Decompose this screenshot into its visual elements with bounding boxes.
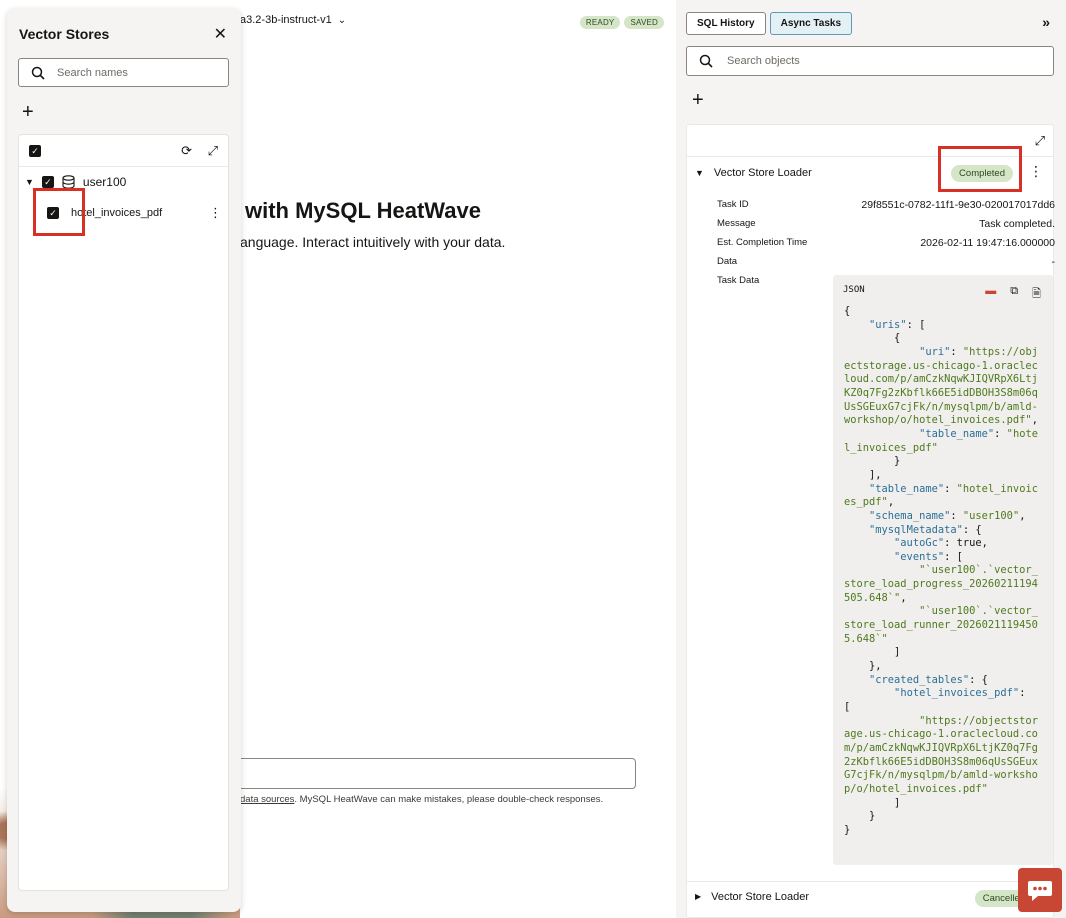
saved-badge: SAVED [624,16,664,29]
task-id-label: Task ID [717,199,749,210]
created-uri-value: https://objectstorage.us-chicago-1.oracl… [844,714,1038,795]
chevron-down-icon: ⌄ [337,14,347,26]
caret-down-icon[interactable]: ▼ [695,168,704,178]
tree-toolbar: ✓ ⟳ ⤢ [19,135,228,167]
database-icon [62,175,75,189]
chat-icon[interactable]: ▬ [985,285,996,304]
expand-icon[interactable]: ⤢ [208,143,218,159]
task-data-row: Task Data [717,275,827,286]
json-viewer: JSON ▬ ⧉ 🗎 { "uris": [ { "uri": "https:/… [833,275,1053,865]
caret-right-icon[interactable]: ▶ [695,892,701,901]
chat-main-area: a3.2-3b-instruct-v1 ⌄ READY SAVED with M… [230,0,676,918]
more-options-icon[interactable]: ⋮ [209,205,222,221]
est-row: Est. Completion Time 2026-02-11 19:47:16… [717,237,1055,249]
tab-bar: SQL History Async Tasks [686,12,853,35]
task-card: ⤢ ▼ Vector Store Loader Completed ⋮ Task… [686,124,1055,918]
schema-name: user100 [82,175,127,189]
message-row: Message Task completed. [717,218,1055,230]
page-subtitle: anguage. Interact intuitively with your … [240,234,506,250]
table-checkbox[interactable]: ✓ [47,207,59,219]
data-value: - [1051,256,1056,268]
collapse-panel-icon[interactable]: » [1042,14,1050,30]
data-sources-link[interactable]: data sources [240,794,294,805]
data-label: Data [717,256,738,267]
search-names-input[interactable] [55,65,205,80]
close-icon[interactable]: ✕ [214,24,227,44]
schema-checkbox[interactable]: ✓ [41,176,54,188]
tree-row-schema[interactable]: ▼ ✓ user100 [25,175,126,189]
table-name: hotel_invoices_pdf [71,207,163,219]
add-icon[interactable]: + [692,90,704,110]
search-icon [699,54,713,68]
expand-icon[interactable]: ⤢ [1035,133,1045,149]
event-2-value: `user100`.`vector_store_load_runner_2026… [844,605,1038,645]
tab-sql-history[interactable]: SQL History [686,12,766,35]
model-name: a3.2-3b-instruct-v1 [240,14,332,26]
code-format-label: JSON [843,285,865,295]
auto-gc-value: true [956,537,982,550]
status-badge: Completed [951,165,1013,182]
status-badges: READY SAVED [579,16,664,29]
search-box[interactable] [18,58,229,87]
vector-store-tree: ✓ ⟳ ⤢ ▼ ✓ user100 ✓ hotel_invoices_pdf ⋮ [18,134,229,891]
save-icon[interactable]: 🗎 [1032,285,1041,304]
refresh-icon[interactable]: ⟳ [181,143,192,159]
est-label: Est. Completion Time [717,237,808,248]
prompt-input[interactable] [230,758,636,789]
chat-assistant-button[interactable] [1018,868,1062,912]
created-key: hotel_invoices_pdf [900,687,1013,700]
task-id-row: Task ID 29f8551c-0782-11f1-9e30-02001701… [717,199,1055,211]
task-title-2: Vector Store Loader [711,890,809,903]
model-selector[interactable]: a3.2-3b-instruct-v1 ⌄ [240,14,346,26]
async-tasks-panel: SQL History Async Tasks » + ⤢ ▼ Vector S… [676,0,1066,918]
add-icon[interactable]: + [22,102,34,122]
json-content: { "uris": [ { "uri": "https://objectstor… [844,305,1038,836]
ready-badge: READY [579,16,621,29]
page-title: with MySQL HeatWave [245,198,481,223]
search-objects-input[interactable] [725,54,1025,68]
est-value: 2026-02-11 19:47:16.000000 [920,237,1055,249]
chat-bubble-icon [1028,881,1052,901]
disclaimer-text: . MySQL HeatWave can make mistakes, plea… [294,794,604,805]
code-toolbar: ▬ ⧉ 🗎 [985,285,1041,304]
disclaimer: data sources. MySQL HeatWave can make mi… [240,794,603,805]
task-header-2[interactable]: ▶ Vector Store Loader Cancelled [687,881,1053,911]
panel-title: Vector Stores [19,26,110,42]
event-1-value: `user100`.`vector_store_load_progress_20… [844,564,1038,604]
task-id-value: 29f8551c-0782-11f1-9e30-020017017dd6 [861,199,1055,211]
task-header[interactable]: ▼ Vector Store Loader Completed ⋮ [687,156,1053,188]
message-label: Message [717,218,756,229]
search-icon [31,66,45,80]
message-value: Task completed. [979,218,1055,230]
schema-name-value: user100 [969,509,1013,522]
task-data-label: Task Data [717,275,760,286]
more-options-icon[interactable]: ⋮ [1029,163,1043,180]
caret-down-icon[interactable]: ▼ [25,177,34,187]
vector-stores-panel: Vector Stores ✕ + ✓ ⟳ ⤢ ▼ ✓ user100 ✓ ho… [7,8,241,912]
task-title: Vector Store Loader [713,166,812,179]
data-row: Data - [717,256,1055,268]
tree-row-table[interactable]: ✓ hotel_invoices_pdf ⋮ [47,205,222,221]
uri-value: https://objectstorage.us-chicago-1.oracl… [844,345,1038,427]
select-all-checkbox[interactable]: ✓ [29,145,41,157]
search-box[interactable] [686,46,1054,76]
tab-async-tasks[interactable]: Async Tasks [769,12,853,35]
copy-icon[interactable]: ⧉ [1010,285,1018,304]
